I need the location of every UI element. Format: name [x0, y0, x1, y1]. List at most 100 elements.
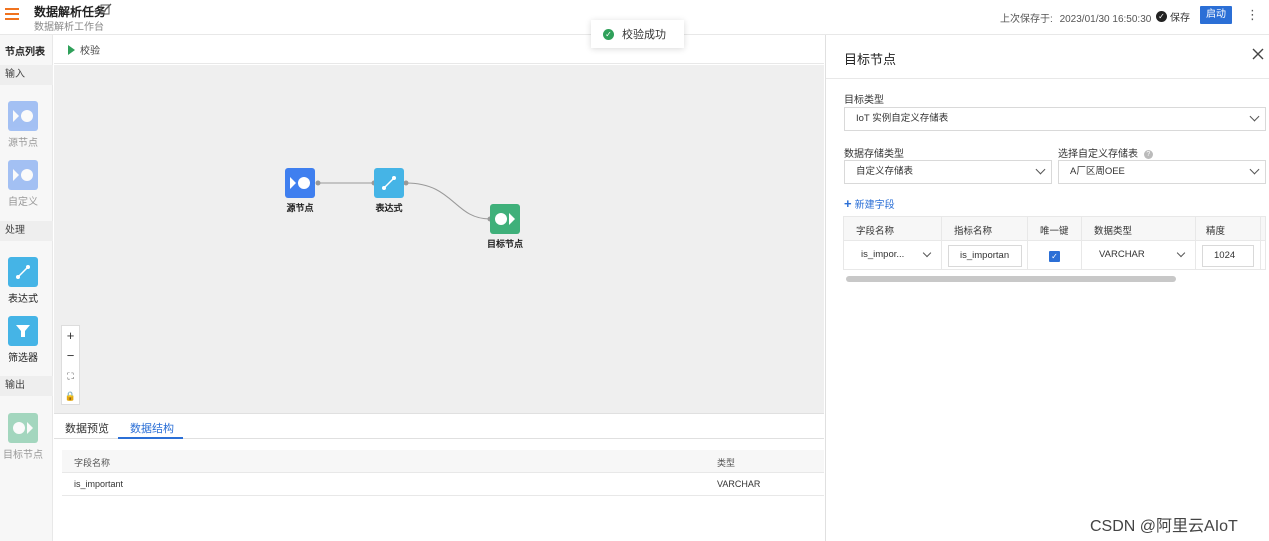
page-subtitle: 数据解析工作台: [34, 22, 104, 33]
zoom-out-icon[interactable]: −: [62, 346, 79, 366]
sidebar-item-target-node[interactable]: 目标节点: [0, 413, 46, 461]
help-icon[interactable]: ?: [1143, 149, 1153, 159]
validate-button[interactable]: 校验: [68, 42, 100, 57]
section-process: 处理: [0, 221, 53, 241]
more-options-icon[interactable]: ⋮: [1246, 7, 1259, 23]
tab-data-structure[interactable]: 数据结构: [130, 420, 174, 436]
cell-field-name: is_important: [74, 479, 124, 489]
target-node-icon: [8, 413, 38, 443]
panel-divider: [826, 78, 1269, 79]
last-saved-time: 2023/01/30 16:50:30: [1059, 14, 1152, 25]
column-header-type: 类型: [717, 458, 736, 468]
column-separator: [1081, 217, 1082, 269]
canvas-node-source[interactable]: 源节点: [285, 168, 315, 214]
custom-table-select[interactable]: A厂区周OEE: [1058, 160, 1266, 184]
custom-table-label: 选择自定义存储表: [1058, 149, 1138, 160]
hamburger-menu-icon[interactable]: [5, 8, 19, 22]
target-type-select[interactable]: IoT 实例自定义存储表: [844, 107, 1266, 131]
add-field-label: 新建字段: [854, 200, 895, 211]
metric-name-input[interactable]: is_importan: [948, 245, 1022, 267]
chevron-down-icon: [922, 248, 932, 258]
save-check-icon: ✓: [1156, 10, 1167, 22]
expression-icon: [8, 257, 38, 287]
sidebar-item-expression[interactable]: 表达式: [0, 257, 46, 305]
storage-type-label: 数据存储类型: [844, 149, 904, 160]
custom-table-value: A厂区周OEE: [1070, 166, 1125, 177]
fit-view-icon[interactable]: ⛶: [62, 366, 79, 386]
column-header-data-type: 数据类型: [1094, 226, 1133, 237]
target-node-icon: [490, 204, 520, 234]
column-separator: [1195, 217, 1196, 269]
horizontal-scrollbar[interactable]: [846, 276, 1176, 282]
target-node-panel: 目标节点 目标类型 IoT 实例自定义存储表 数据存储类型 自定义存储表 选择自…: [825, 35, 1269, 541]
canvas-node-expression[interactable]: 表达式: [374, 168, 404, 214]
sidebar-item-label: 表达式: [8, 294, 38, 305]
lock-icon[interactable]: 🔒: [62, 386, 79, 406]
node-list-title: 节点列表: [5, 47, 45, 58]
column-header-field-name: 字段名称: [74, 458, 111, 468]
precision-value: 1024: [1214, 250, 1236, 261]
success-check-icon: ✓: [603, 28, 614, 40]
structure-table: 字段名称 类型 is_important VARCHAR: [62, 450, 824, 496]
sidebar-item-custom[interactable]: 自定义: [0, 160, 46, 208]
column-header-field-name: 字段名称: [856, 226, 895, 237]
plus-icon: +: [844, 196, 852, 211]
last-saved-info: 上次保存于: 2023/01/30 16:50:30: [1000, 10, 1151, 25]
fields-table: 字段名称 指标名称 唯一键 数据类型 精度 is_impor... is_imp…: [843, 216, 1266, 270]
start-button[interactable]: 启动: [1200, 6, 1232, 24]
chevron-down-icon: [1035, 164, 1046, 175]
data-type-select[interactable]: VARCHAR: [1088, 245, 1190, 267]
validate-label: 校验: [80, 46, 100, 57]
precision-input[interactable]: 1024: [1202, 245, 1254, 267]
last-saved-label: 上次保存于:: [1000, 14, 1053, 25]
target-type-value: IoT 实例自定义存储表: [856, 113, 949, 124]
save-button[interactable]: ✓ 保存: [1156, 8, 1190, 24]
play-icon: [68, 44, 75, 55]
add-field-button[interactable]: + 新建字段: [844, 196, 895, 211]
section-output: 输出: [0, 376, 53, 396]
column-header-unique-key: 唯一键: [1040, 226, 1069, 237]
edit-title-icon[interactable]: [100, 3, 112, 15]
column-header-precision: 精度: [1206, 226, 1226, 237]
unique-key-checkbox[interactable]: ✓: [1049, 251, 1060, 262]
chevron-down-icon: [1176, 248, 1186, 258]
zoom-controls: + − ⛶ 🔒: [61, 325, 80, 405]
cell-type: VARCHAR: [717, 479, 761, 489]
metric-name-value: is_importan: [960, 250, 1010, 261]
source-node-icon: [8, 101, 38, 131]
sidebar-item-filter[interactable]: 筛选器: [0, 316, 46, 364]
sidebar-item-label: 目标节点: [3, 450, 43, 461]
column-separator: [1027, 217, 1028, 269]
chevron-down-icon: [1249, 164, 1260, 175]
storage-type-select[interactable]: 自定义存储表: [844, 160, 1052, 184]
fields-table-header: 字段名称 指标名称 唯一键 数据类型 精度: [844, 217, 1265, 241]
edge-expression-to-target: [405, 182, 491, 220]
save-label: 保存: [1170, 12, 1190, 24]
success-toast: ✓ 校验成功: [591, 20, 684, 48]
storage-type-value: 自定义存储表: [856, 166, 914, 177]
bottom-tabs: 数据预览 数据结构: [54, 414, 824, 439]
sidebar-item-label: 筛选器: [8, 353, 38, 364]
canvas-node-label: 目标节点: [487, 239, 524, 249]
data-type-value: VARCHAR: [1099, 249, 1145, 260]
custom-table-label-wrap: 选择自定义存储表 ?: [1058, 145, 1153, 160]
toast-message: 校验成功: [622, 29, 666, 41]
field-name-select[interactable]: is_impor...: [850, 245, 936, 267]
close-icon[interactable]: [1252, 48, 1266, 62]
node-list-sidebar: 节点列表 输入 源节点 自定义 处理 表达式 筛选器 输出 目标节点: [0, 35, 53, 541]
sidebar-item-source-node[interactable]: 源节点: [0, 101, 46, 149]
expression-icon: [374, 168, 404, 198]
canvas-node-label: 表达式: [375, 203, 403, 213]
flow-canvas[interactable]: 源节点 表达式 目标节点: [54, 65, 824, 413]
source-node-icon: [285, 168, 315, 198]
custom-node-icon: [8, 160, 38, 190]
tab-data-preview[interactable]: 数据预览: [65, 420, 109, 436]
table-header: 字段名称 类型: [62, 450, 824, 473]
bottom-panel: 数据预览 数据结构 字段名称 类型 is_important VARCHAR: [54, 413, 824, 541]
zoom-in-icon[interactable]: +: [62, 326, 79, 346]
column-separator: [941, 217, 942, 269]
table-row[interactable]: is_important VARCHAR: [62, 473, 824, 496]
target-type-label: 目标类型: [844, 95, 884, 106]
canvas-node-target[interactable]: 目标节点: [487, 204, 523, 250]
canvas-node-label: 源节点: [286, 203, 314, 213]
